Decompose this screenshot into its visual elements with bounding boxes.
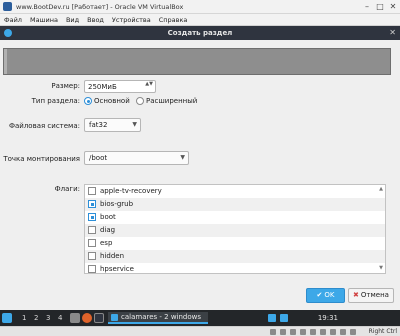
flags-list[interactable]: apple-tv-recovery bios-grub boot diag es… <box>84 184 386 274</box>
maximize-button[interactable]: □ <box>375 2 385 12</box>
size-value: 250МиБ <box>88 83 117 91</box>
vbox-menubar: Файл Машина Вид Ввод Устройства Справка <box>0 14 400 26</box>
radio-primary-label[interactable]: Основной <box>94 97 130 105</box>
shared-folder-icon[interactable] <box>300 329 306 335</box>
workspace-4[interactable]: 4 <box>58 314 62 322</box>
flag-checkbox[interactable] <box>88 239 96 247</box>
network-adapter-icon[interactable] <box>320 329 326 335</box>
flag-checkbox[interactable] <box>88 213 96 221</box>
firefox-icon[interactable] <box>82 313 92 323</box>
radio-extended[interactable] <box>136 97 144 105</box>
flag-item[interactable]: bios-grub <box>85 198 385 211</box>
start-menu-icon[interactable] <box>2 313 12 323</box>
flag-checkbox[interactable] <box>88 252 96 260</box>
flag-label: esp <box>100 239 113 247</box>
minimize-button[interactable]: – <box>362 2 372 12</box>
vbox-statusbar: Right Ctrl <box>0 326 400 336</box>
taskbar: 1 2 3 4 calamares - 2 windows 19:31 <box>0 310 400 326</box>
flag-checkbox[interactable] <box>88 200 96 208</box>
clock: 19:31 <box>317 314 338 322</box>
terminal-icon[interactable] <box>94 313 104 323</box>
filesystem-combo[interactable]: fat32 ▼ <box>84 118 141 132</box>
chevron-down-icon: ▼ <box>132 121 137 128</box>
capture-icon[interactable] <box>330 329 336 335</box>
mouse-integration-icon[interactable] <box>350 329 356 335</box>
scroll-up-icon[interactable]: ▲ <box>379 186 383 192</box>
partition-preview-bar <box>3 48 391 75</box>
chevron-down-icon: ▼ <box>180 154 185 161</box>
cancel-button[interactable]: ✖ Отмена <box>348 288 394 303</box>
mount-point-combo[interactable]: /boot ▼ <box>84 151 189 165</box>
checkmark-icon: ✔ <box>316 291 323 299</box>
volume-icon[interactable] <box>280 314 288 322</box>
workspace-2[interactable]: 2 <box>34 314 38 322</box>
flag-label: apple-tv-recovery <box>100 187 162 195</box>
close-window-button[interactable]: ✕ <box>388 2 398 12</box>
flag-checkbox[interactable] <box>88 226 96 234</box>
size-spinbox[interactable]: 250МиБ ▲▼ <box>84 80 156 93</box>
usb-icon[interactable] <box>290 329 296 335</box>
partition-type-label: Тип раздела: <box>31 97 80 105</box>
window-title: www.BootDev.ru [Работает] - Oracle VM Vi… <box>16 3 184 11</box>
flag-item[interactable]: hidden <box>85 250 385 263</box>
flag-label: hidden <box>100 252 125 260</box>
flag-item[interactable]: diag <box>85 224 385 237</box>
spin-arrows-icon[interactable]: ▲▼ <box>145 81 153 87</box>
flag-label: bios-grub <box>100 200 134 208</box>
mount-point-label: Точка монтирования <box>3 155 80 163</box>
flags-label: Флаги: <box>54 185 80 193</box>
optical-drive-icon[interactable] <box>280 329 286 335</box>
dialog-title: Создать раздел <box>167 29 233 37</box>
window-controls: – □ ✕ <box>362 2 398 12</box>
ok-label: OK <box>324 291 335 299</box>
flag-checkbox[interactable] <box>88 187 96 195</box>
filesystem-value: fat32 <box>89 121 108 129</box>
vbox-titlebar: www.BootDev.ru [Работает] - Oracle VM Vi… <box>0 0 400 14</box>
flag-item[interactable]: apple-tv-recovery <box>85 185 385 198</box>
menu-help[interactable]: Справка <box>159 14 188 25</box>
virtualbox-icon <box>3 2 12 11</box>
menu-input[interactable]: Ввод <box>87 14 104 25</box>
menu-view[interactable]: Вид <box>66 14 79 25</box>
size-label: Размер: <box>51 82 80 90</box>
flag-label: hpservice <box>100 265 134 273</box>
radio-primary[interactable] <box>84 97 92 105</box>
menu-devices[interactable]: Устройства <box>112 14 151 25</box>
hdd-icon[interactable] <box>270 329 276 335</box>
files-icon[interactable] <box>70 313 80 323</box>
menu-machine[interactable]: Машина <box>30 14 58 25</box>
flag-label: diag <box>100 226 116 234</box>
flag-checkbox[interactable] <box>88 265 96 273</box>
taskbar-item-calamares[interactable]: calamares - 2 windows <box>108 312 208 324</box>
workspace-1[interactable]: 1 <box>22 314 26 322</box>
calamares-icon <box>111 314 118 321</box>
mount-point-value: /boot <box>89 154 108 162</box>
flag-item[interactable]: esp <box>85 237 385 250</box>
scroll-down-icon[interactable]: ▼ <box>379 265 383 271</box>
display-icon[interactable] <box>310 329 316 335</box>
task-label: calamares - 2 windows <box>121 313 202 321</box>
flag-item[interactable]: hpservice <box>85 263 385 273</box>
filesystem-label: Файловая система: <box>8 122 80 130</box>
cancel-label: Отмена <box>360 291 389 299</box>
menu-file[interactable]: Файл <box>4 14 22 25</box>
ok-button[interactable]: ✔ OK <box>306 288 345 303</box>
flag-item[interactable]: boot <box>85 211 385 224</box>
network-icon[interactable] <box>268 314 276 322</box>
cpu-icon[interactable] <box>340 329 346 335</box>
cancel-icon: ✖ <box>353 291 359 299</box>
host-key-label: Right Ctrl <box>368 328 397 335</box>
dialog-titlebar: Создать раздел ✕ <box>0 26 400 40</box>
radio-extended-label[interactable]: Расширенный <box>146 97 197 105</box>
dialog-close-button[interactable]: ✕ <box>389 28 396 37</box>
flag-label: boot <box>100 213 116 221</box>
workspace-3[interactable]: 3 <box>46 314 50 322</box>
